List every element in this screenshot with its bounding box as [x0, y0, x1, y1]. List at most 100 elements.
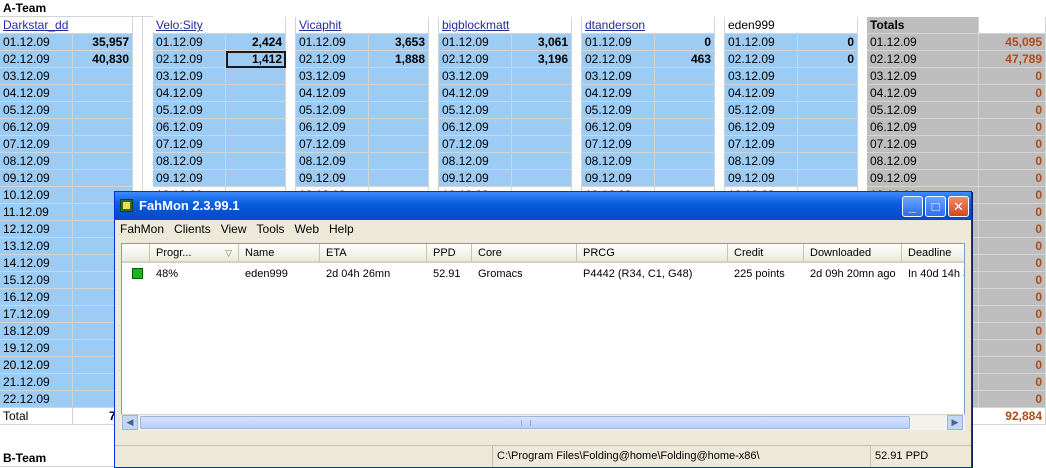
menu-clients[interactable]: Clients [169, 220, 216, 239]
menu-tools[interactable]: Tools [252, 220, 290, 239]
date-cell[interactable]: 05.12.09 [725, 102, 798, 119]
totals-date-cell[interactable]: 03.12.09 [867, 68, 979, 85]
value-cell[interactable]: 0 [655, 34, 715, 51]
column-header-eta[interactable]: ETA [320, 244, 427, 263]
value-cell[interactable]: 1,412 [226, 51, 286, 68]
value-cell[interactable] [73, 68, 133, 85]
value-cell[interactable] [226, 119, 286, 136]
date-cell[interactable]: 04.12.09 [0, 85, 73, 102]
totals-value-cell[interactable]: 0 [979, 272, 1046, 289]
value-cell[interactable]: 1,888 [369, 51, 429, 68]
date-cell[interactable]: 08.12.09 [296, 153, 369, 170]
value-cell[interactable] [512, 102, 572, 119]
client-row-credit[interactable]: 225 points [734, 267, 804, 281]
value-cell[interactable] [798, 136, 858, 153]
date-cell[interactable]: 07.12.09 [725, 136, 798, 153]
date-cell[interactable]: 17.12.09 [0, 306, 73, 323]
menu-view[interactable]: View [216, 220, 252, 239]
totals-value-cell[interactable]: 0 [979, 170, 1046, 187]
clients-list[interactable]: Progr... ▽ Name ETA PPD Core PRCG Credit Downloa… [121, 243, 965, 426]
value-cell[interactable] [655, 170, 715, 187]
member-header-1[interactable]: Velo:Sity [153, 17, 286, 34]
client-row-downloaded[interactable]: 2d 09h 20mn ago [810, 267, 902, 281]
column-header-deadline[interactable]: Deadline [902, 244, 964, 263]
totals-value-cell[interactable]: 47,789 [979, 51, 1046, 68]
value-cell[interactable] [512, 153, 572, 170]
column-header-core[interactable]: Core [472, 244, 577, 263]
date-cell[interactable]: 08.12.09 [153, 153, 226, 170]
value-cell[interactable] [798, 68, 858, 85]
totals-value-cell[interactable]: 0 [979, 238, 1046, 255]
scroll-thumb[interactable] [140, 416, 910, 429]
value-cell[interactable] [226, 68, 286, 85]
date-cell[interactable]: 06.12.09 [439, 119, 512, 136]
date-cell[interactable]: 13.12.09 [0, 238, 73, 255]
fahmon-window[interactable]: FahMon 2.3.99.1 _ □ ✕ FahMon Clients View T… [114, 191, 972, 468]
menu-fahmon[interactable]: FahMon [115, 220, 169, 239]
value-cell[interactable] [226, 170, 286, 187]
value-cell[interactable]: 3,196 [512, 51, 572, 68]
date-cell[interactable]: 18.12.09 [0, 323, 73, 340]
column-header-name[interactable]: Name [239, 244, 320, 263]
member-header-3[interactable]: bigblockmatt [439, 17, 572, 34]
value-cell[interactable]: 40,830 [73, 51, 133, 68]
scroll-right-arrow-icon[interactable]: ▶ [947, 415, 963, 430]
value-cell[interactable] [655, 136, 715, 153]
date-cell[interactable]: 08.12.09 [439, 153, 512, 170]
column-header-downloaded[interactable]: Downloaded [804, 244, 902, 263]
value-cell[interactable] [369, 170, 429, 187]
totals-value-cell[interactable]: 0 [979, 255, 1046, 272]
date-cell[interactable]: 10.12.09 [0, 187, 73, 204]
value-cell[interactable]: 3,061 [512, 34, 572, 51]
date-cell[interactable]: 12.12.09 [0, 221, 73, 238]
date-cell[interactable]: 05.12.09 [153, 102, 226, 119]
date-cell[interactable]: 03.12.09 [582, 68, 655, 85]
date-cell[interactable]: 02.12.09 [439, 51, 512, 68]
date-cell[interactable]: 07.12.09 [582, 136, 655, 153]
date-cell[interactable]: 03.12.09 [725, 68, 798, 85]
value-cell[interactable] [369, 119, 429, 136]
totals-value-cell[interactable]: 0 [979, 306, 1046, 323]
value-cell[interactable] [512, 136, 572, 153]
date-cell[interactable]: 08.12.09 [582, 153, 655, 170]
date-cell[interactable]: 06.12.09 [0, 119, 73, 136]
date-cell[interactable]: 01.12.09 [582, 34, 655, 51]
value-cell[interactable] [369, 136, 429, 153]
date-cell[interactable]: 01.12.09 [296, 34, 369, 51]
date-cell[interactable]: 06.12.09 [296, 119, 369, 136]
date-cell[interactable]: 20.12.09 [0, 357, 73, 374]
date-cell[interactable]: 04.12.09 [725, 85, 798, 102]
date-cell[interactable]: 01.12.09 [0, 34, 73, 51]
totals-value-cell[interactable]: 0 [979, 323, 1046, 340]
totals-value-cell[interactable]: 0 [979, 136, 1046, 153]
totals-value-cell[interactable]: 0 [979, 357, 1046, 374]
date-cell[interactable]: 07.12.09 [0, 136, 73, 153]
totals-date-cell[interactable]: 06.12.09 [867, 119, 979, 136]
date-cell[interactable]: 01.12.09 [439, 34, 512, 51]
totals-value-cell[interactable]: 45,095 [979, 34, 1046, 51]
totals-value-cell[interactable]: 0 [979, 68, 1046, 85]
date-cell[interactable]: 16.12.09 [0, 289, 73, 306]
totals-date-cell[interactable]: 04.12.09 [867, 85, 979, 102]
date-cell[interactable]: 15.12.09 [0, 272, 73, 289]
column-header-credit[interactable]: Credit [728, 244, 804, 263]
date-cell[interactable]: 09.12.09 [725, 170, 798, 187]
date-cell[interactable]: 09.12.09 [582, 170, 655, 187]
column-header-progress[interactable]: Progr... ▽ [150, 244, 239, 263]
value-cell[interactable] [655, 102, 715, 119]
totals-value-cell[interactable]: 0 [979, 374, 1046, 391]
totals-value-cell[interactable]: 0 [979, 85, 1046, 102]
date-cell[interactable]: 03.12.09 [0, 68, 73, 85]
date-cell[interactable]: 07.12.09 [153, 136, 226, 153]
date-cell[interactable]: 01.12.09 [725, 34, 798, 51]
value-cell[interactable] [369, 68, 429, 85]
value-cell[interactable]: 463 [655, 51, 715, 68]
value-cell[interactable] [73, 170, 133, 187]
value-cell[interactable] [226, 85, 286, 102]
value-cell[interactable] [512, 68, 572, 85]
value-cell[interactable] [226, 136, 286, 153]
column-header-prcg[interactable]: PRCG [577, 244, 728, 263]
client-row-ppd[interactable]: 52.91 [433, 267, 472, 281]
date-cell[interactable]: 08.12.09 [725, 153, 798, 170]
value-cell[interactable] [798, 119, 858, 136]
